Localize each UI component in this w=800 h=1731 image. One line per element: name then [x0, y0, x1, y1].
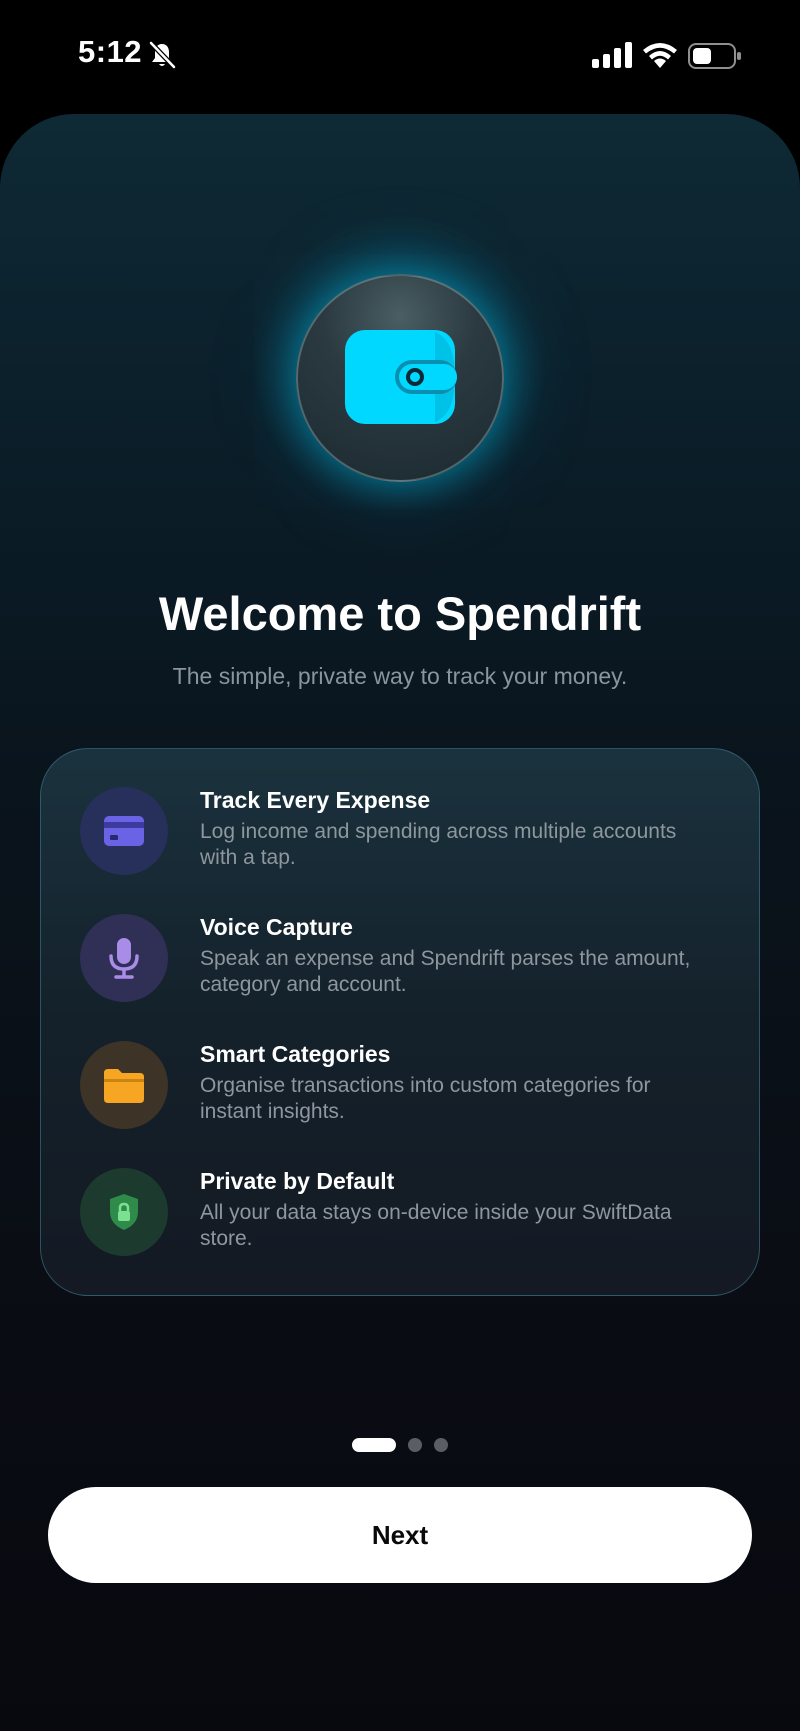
lock-shield-icon — [110, 1194, 138, 1230]
feature-title: Smart Categories — [200, 1041, 391, 1067]
bell-off-icon — [149, 41, 176, 69]
feature-voice-capture: Voice Capture Speak an expense and Spend… — [41, 914, 761, 1024]
feature-private-default: Private by Default All your data stays o… — [41, 1168, 761, 1278]
feature-description: Speak an expense and Spendrift parses th… — [200, 947, 691, 996]
feature-title: Track Every Expense — [200, 787, 431, 813]
feature-icon-badge — [80, 1041, 168, 1129]
feature-icon-badge — [80, 787, 168, 875]
status-bar: 5:12 — [0, 0, 800, 112]
page-dot[interactable] — [434, 1438, 448, 1452]
feature-icon-badge — [80, 914, 168, 1002]
feature-title: Voice Capture — [200, 914, 353, 940]
onboarding-screen: 5:12 Welcome to Spendrift The simple, pr… — [0, 0, 800, 1731]
microphone-icon — [109, 938, 139, 979]
wifi-icon — [643, 43, 677, 68]
page-dot[interactable] — [408, 1438, 422, 1452]
feature-icon-badge — [80, 1168, 168, 1256]
feature-description: Log income and spending across multiple … — [200, 820, 677, 869]
wallet-icon — [345, 330, 457, 424]
status-time: 5:12 — [78, 34, 143, 69]
page-subtitle: The simple, private way to track your mo… — [172, 663, 628, 689]
battery-icon — [688, 43, 741, 69]
cellular-signal-icon — [592, 42, 632, 68]
features-card: Track Every Expense Log income and spend… — [40, 748, 760, 1296]
feature-description: Organise transactions into custom catego… — [200, 1074, 651, 1123]
feature-description: All your data stays on-device inside you… — [200, 1201, 672, 1250]
feature-track-expense: Track Every Expense Log income and spend… — [41, 787, 761, 897]
feature-smart-categories: Smart Categories Organise transactions i… — [41, 1041, 761, 1151]
page-indicator[interactable] — [352, 1438, 452, 1454]
page-dot-active[interactable] — [352, 1438, 396, 1452]
next-button[interactable]: Next — [48, 1487, 752, 1583]
folder-icon — [104, 1069, 144, 1103]
feature-title: Private by Default — [200, 1168, 395, 1194]
page-title: Welcome to Spendrift — [158, 587, 642, 640]
credit-card-icon — [104, 816, 144, 846]
